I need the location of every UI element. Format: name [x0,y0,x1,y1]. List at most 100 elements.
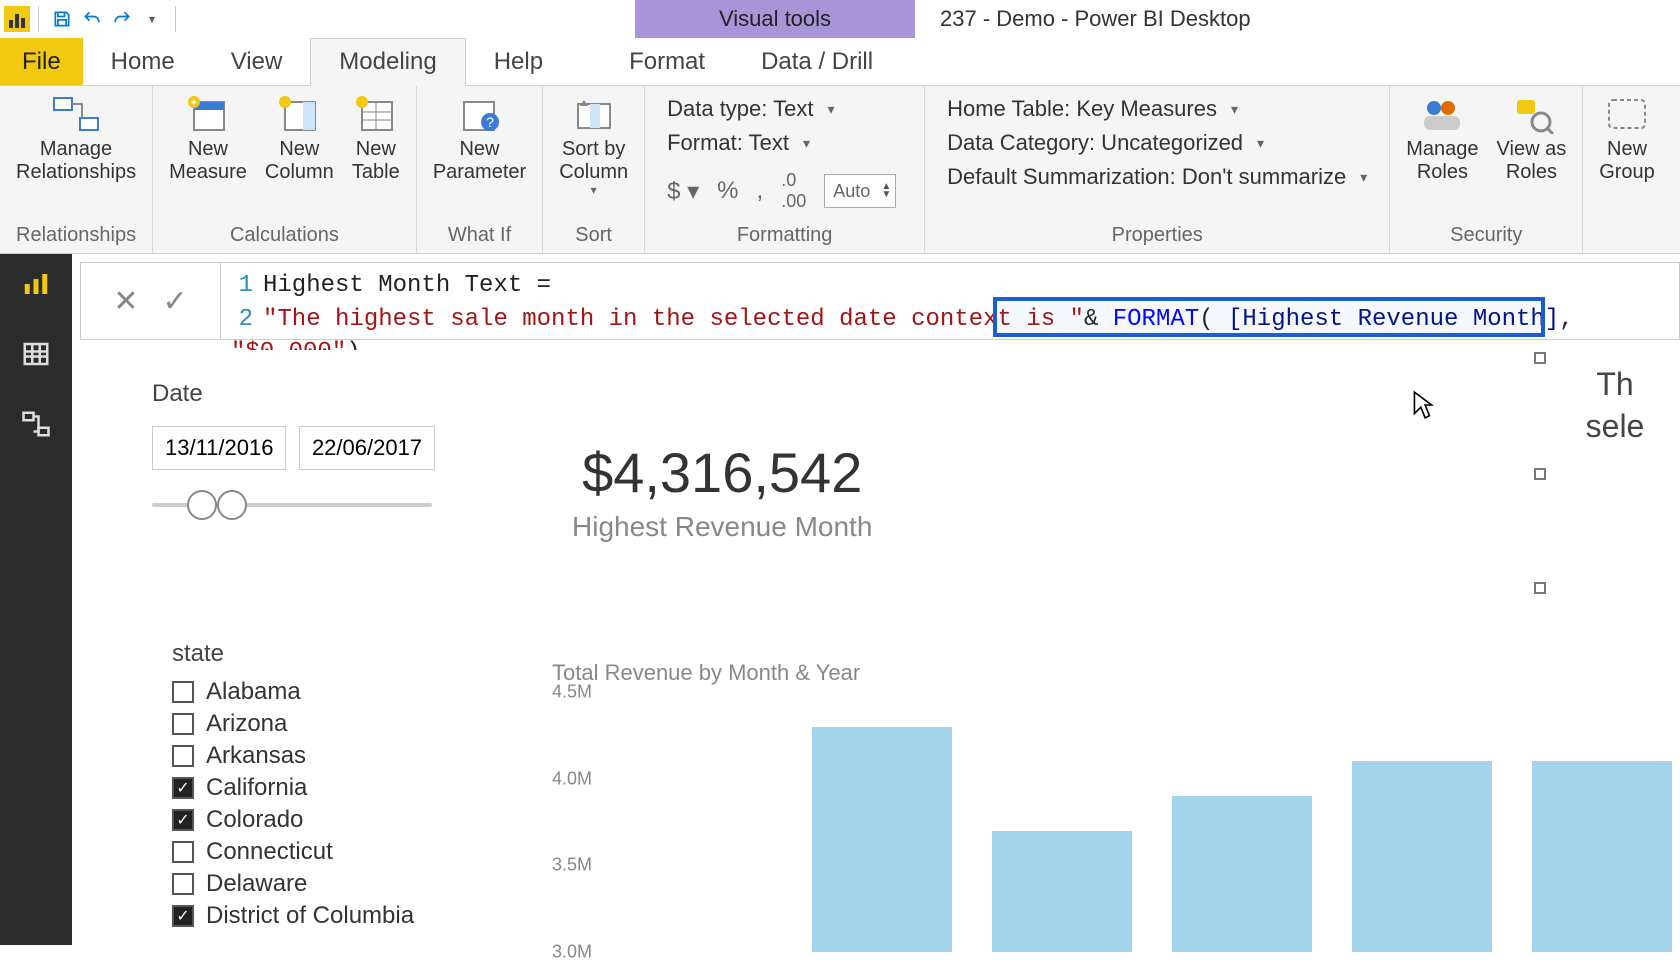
new-measure-button[interactable]: ✦ New Measure [163,90,253,188]
report-view-button[interactable] [16,264,56,304]
default-summarization-dropdown[interactable]: Default Summarization: Don't summarize [947,164,1367,190]
formula-editor[interactable]: 1Highest Month Text = 2"The highest sale… [221,263,1679,339]
state-item[interactable]: Alabama [172,678,414,706]
view-as-roles-label: View as Roles [1497,138,1567,184]
manage-roles-label: Manage Roles [1406,138,1478,184]
view-as-roles-button[interactable]: View as Roles [1491,90,1573,188]
tab-format[interactable]: Format [601,38,733,85]
date-to-input[interactable]: 22/06/2017 [299,426,435,470]
state-item[interactable]: Arizona [172,710,414,738]
cursor-icon [1412,390,1434,420]
chart-bar[interactable] [812,727,952,952]
group-formatting-label: Formatting [737,220,833,249]
chart-bar[interactable] [1532,761,1672,952]
group-sort-label: Sort [575,220,612,249]
currency-format-button[interactable]: $ ▾ [667,177,699,206]
y-axis-tick: 3.5M [552,855,592,876]
view-rail [0,254,72,945]
state-item-label: California [206,774,307,802]
group-calculations-label: Calculations [230,220,339,249]
format-dropdown[interactable]: Format: Text [667,130,902,156]
manage-relationships-button[interactable]: Manage Relationships [10,90,142,188]
report-canvas[interactable]: Date 13/11/2016 22/06/2017 $4,316,542 Hi… [72,350,1680,945]
date-from-input[interactable]: 13/11/2016 [152,426,286,470]
svg-text:?: ? [486,114,494,130]
y-axis-tick: 4.0M [552,768,592,789]
bar-chart[interactable]: Total Revenue by Month & Year 4.5M4.0M3.… [552,660,1680,945]
tab-file[interactable]: File [0,38,83,85]
card-caption: Highest Revenue Month [572,511,872,543]
sort-by-column-button[interactable]: Sort by Column ▾ [553,90,634,202]
data-category-dropdown[interactable]: Data Category: Uncategorized [947,130,1367,156]
new-column-button[interactable]: New Column [259,90,340,188]
state-item-label: Arkansas [206,742,306,770]
checkbox-icon[interactable] [172,873,194,895]
state-item[interactable]: ✓Colorado [172,806,414,834]
chart-bar[interactable] [1352,761,1492,952]
manage-roles-button[interactable]: Manage Roles [1400,90,1484,188]
state-item-label: Delaware [206,870,307,898]
app-icon [4,6,30,32]
new-measure-label: New Measure [169,138,247,184]
formula-cancel-button[interactable]: ✕ [113,284,138,319]
tab-data-drill[interactable]: Data / Drill [733,38,901,85]
ribbon-tabs: File Home View Modeling Help Format Data… [0,38,1680,86]
group-security-label: Security [1450,220,1522,249]
tab-help[interactable]: Help [466,38,571,85]
data-type-dropdown[interactable]: Data type: Text [667,96,902,122]
slider-handle-to[interactable] [217,490,247,520]
state-item[interactable]: Connecticut [172,838,414,866]
window-title: 237 - Demo - Power BI Desktop [940,0,1251,38]
group-relationships-label: Relationships [16,220,136,249]
save-button[interactable] [47,4,77,34]
state-slicer[interactable]: state AlabamaArizonaArkansas✓California✓… [172,640,414,934]
state-item-label: Alabama [206,678,301,706]
checkbox-icon[interactable] [172,841,194,863]
new-parameter-button[interactable]: ? New Parameter [427,90,532,188]
checkbox-icon[interactable]: ✓ [172,777,194,799]
formula-commit-button[interactable]: ✓ [163,284,188,319]
thousands-separator-button[interactable]: , [757,177,764,205]
new-group-button[interactable]: New Group [1593,90,1661,188]
group-properties-label: Properties [1112,220,1203,249]
state-item[interactable]: Delaware [172,870,414,898]
state-slicer-label: state [172,640,414,668]
manage-relationships-label: Manage Relationships [16,138,136,184]
new-table-button[interactable]: New Table [346,90,406,188]
tab-view[interactable]: View [203,38,311,85]
checkbox-icon[interactable] [172,713,194,735]
formula-bar[interactable]: ✕ ✓ 1Highest Month Text = 2"The highest … [80,262,1680,340]
date-slicer-label: Date [152,380,443,408]
model-view-button[interactable] [16,404,56,444]
state-item[interactable]: ✓ California [172,774,414,802]
percent-format-button[interactable]: % [717,177,738,205]
tab-modeling[interactable]: Modeling [310,38,465,86]
redo-button[interactable] [107,4,137,34]
home-table-dropdown[interactable]: Home Table: Key Measures [947,96,1367,122]
date-range-slider[interactable] [152,490,432,520]
chart-bar[interactable] [1172,796,1312,952]
undo-button[interactable] [77,4,107,34]
svg-text:✦: ✦ [190,98,198,109]
checkbox-icon[interactable]: ✓ [172,905,194,927]
text-visual[interactable]: Th sele [1550,364,1680,447]
sort-by-column-label: Sort by Column [559,138,628,184]
decimal-places-input[interactable]: Auto ▲▼ [824,174,896,208]
checkbox-icon[interactable] [172,681,194,703]
state-item[interactable]: ✓District of Columbia [172,902,414,930]
data-view-button[interactable] [16,334,56,374]
checkbox-icon[interactable]: ✓ [172,809,194,831]
chart-bar[interactable] [992,831,1132,952]
card-visual[interactable]: $4,316,542 Highest Revenue Month [572,440,872,543]
group-groups-label [1624,220,1630,249]
new-column-label: New Column [265,138,334,184]
state-item-label: Connecticut [206,838,333,866]
slider-handle-from[interactable] [187,490,217,520]
tab-home[interactable]: Home [83,38,203,85]
date-slicer[interactable]: Date 13/11/2016 22/06/2017 [152,380,443,520]
ribbon: Manage Relationships Relationships ✦ New… [0,86,1680,254]
new-group-label: New Group [1599,138,1655,184]
state-item[interactable]: Arkansas [172,742,414,770]
checkbox-icon[interactable] [172,745,194,767]
qat-customize-button[interactable]: ▾ [137,4,167,34]
